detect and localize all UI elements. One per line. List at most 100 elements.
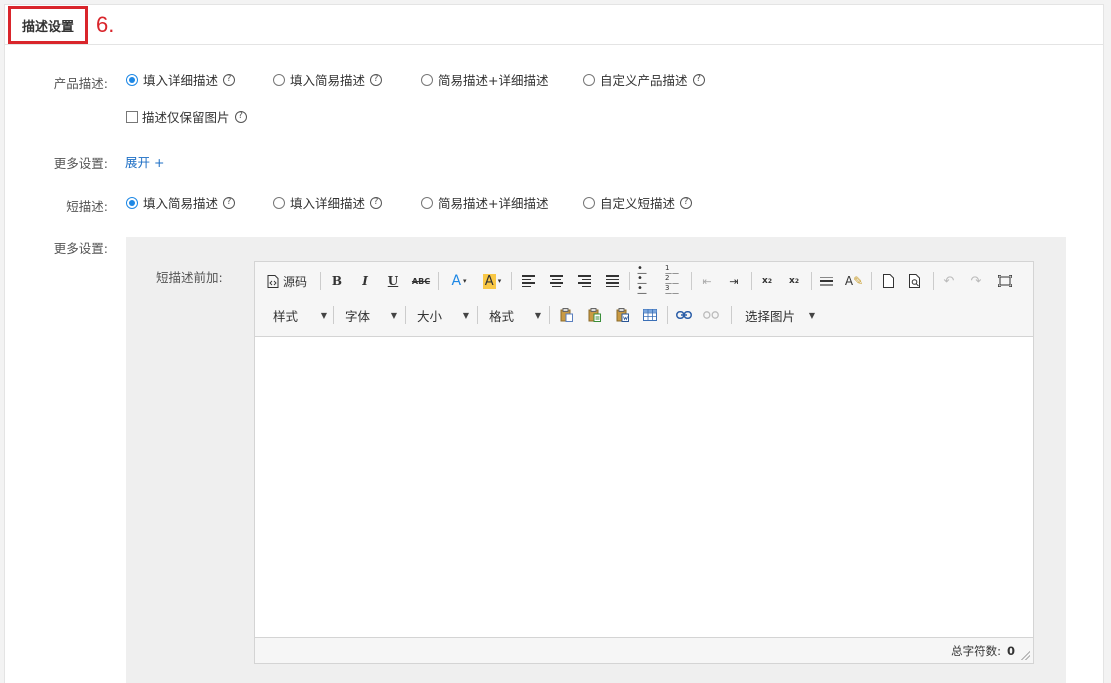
background-color-icon[interactable]: A ▾ [479, 271, 505, 291]
paste-word-icon[interactable] [613, 305, 631, 325]
toolbar-divider [511, 272, 512, 290]
editor-content-area[interactable] [255, 337, 1033, 637]
chevron-down-icon: ▼ [462, 310, 469, 320]
radio-button[interactable] [421, 196, 433, 209]
toolbar-divider [731, 306, 732, 324]
toolbar-divider [871, 272, 872, 290]
more-settings-label: 更多设置: [53, 156, 108, 171]
clear-format-icon[interactable]: A ✎ [845, 271, 863, 291]
more-settings-label-2: 更多设置: [53, 241, 108, 256]
style-dropdown[interactable]: 样式 ▼ [273, 305, 327, 325]
checkbox[interactable] [126, 110, 138, 123]
paste-icon[interactable] [557, 305, 575, 325]
font-dropdown[interactable]: 字体 ▼ [345, 305, 397, 325]
short-desc-option-simple[interactable]: 填入简易描述 ? [126, 193, 236, 212]
align-right-icon[interactable] [575, 271, 593, 291]
redo-icon[interactable]: ↷ [967, 271, 985, 291]
indent-icon[interactable]: ⇥ [725, 271, 743, 291]
size-dropdown[interactable]: 大小 ▼ [417, 305, 469, 325]
toolbar-divider [751, 272, 752, 290]
italic-icon[interactable]: I [355, 271, 375, 291]
rich-text-editor: 源码 B I U ABC A ▾ A ▾ • — • — • — 1 —— 2 —— 3 —… [254, 261, 1034, 664]
align-justify-icon[interactable] [603, 271, 621, 291]
help-icon[interactable]: ? [370, 196, 383, 209]
font-color-icon[interactable]: A ▾ [447, 271, 471, 291]
product-desc-label: 产品描述: [53, 76, 108, 91]
font-dropdown-label: 字体 [345, 308, 371, 324]
subscript-icon[interactable]: x2 [758, 271, 776, 291]
underline-icon[interactable]: U [383, 271, 403, 291]
more-settings-area: 短描述前加: 源码 B I U ABC A ▾ A ▾ • — • — • — … [126, 237, 1066, 683]
radio-button[interactable] [583, 196, 595, 209]
checkbox-label: 描述仅保留图片 [142, 110, 230, 125]
char-count-value: 0 [1006, 643, 1015, 658]
chevron-down-icon: ▼ [534, 310, 541, 320]
align-left-icon[interactable] [519, 271, 537, 291]
radio-button[interactable] [273, 196, 285, 209]
product-desc-option-detailed[interactable]: 填入详细描述 ? [126, 70, 236, 89]
unlink-icon[interactable] [701, 305, 721, 325]
option-label: 填入详细描述 [290, 196, 366, 211]
table-icon[interactable] [641, 305, 659, 325]
toolbar-divider [629, 272, 630, 290]
option-label: 简易描述+详细描述 [438, 73, 549, 88]
preview-icon[interactable] [906, 271, 924, 291]
product-desc-option-custom[interactable]: 自定义产品描述 ? [583, 70, 705, 89]
step-marker: 6. [96, 12, 115, 37]
option-label: 填入详细描述 [143, 73, 219, 88]
option-label: 填入简易描述 [143, 196, 219, 211]
new-document-icon[interactable] [879, 271, 897, 291]
short-desc-option-detailed[interactable]: 填入详细描述 ? [273, 193, 383, 212]
source-button[interactable]: 源码 [267, 271, 313, 291]
toolbar-divider [333, 306, 334, 324]
keep-images-only-checkbox[interactable]: 描述仅保留图片 ? [126, 107, 247, 126]
select-image-dropdown[interactable]: 选择图片 ▼ [745, 305, 815, 325]
fullscreen-icon[interactable] [995, 271, 1015, 291]
chevron-down-icon: ▼ [320, 310, 327, 320]
align-center-icon[interactable] [547, 271, 565, 291]
size-dropdown-label: 大小 [417, 308, 443, 324]
help-icon[interactable]: ? [370, 73, 383, 86]
option-label: 简易描述+详细描述 [438, 196, 549, 211]
help-icon[interactable]: ? [692, 73, 705, 86]
help-icon[interactable]: ? [223, 196, 236, 209]
superscript-icon[interactable]: x2 [785, 271, 803, 291]
link-icon[interactable] [674, 305, 694, 325]
numbered-list-icon[interactable]: 1 —— 2 —— 3 —— [665, 265, 683, 297]
source-label: 源码 [283, 274, 308, 289]
toolbar-divider [405, 306, 406, 324]
toolbar-divider [320, 272, 321, 290]
format-dropdown-label: 格式 [489, 308, 515, 324]
char-count-label: 总字符数: [951, 643, 1001, 658]
radio-button[interactable] [421, 73, 433, 86]
option-label: 自定义短描述 [600, 196, 676, 211]
product-desc-option-combined[interactable]: 简易描述+详细描述 [421, 70, 548, 89]
radio-button[interactable] [583, 73, 595, 86]
resize-handle[interactable] [1020, 650, 1030, 660]
toolbar-divider [549, 306, 550, 324]
short-desc-option-custom[interactable]: 自定义短描述 ? [583, 193, 693, 212]
toolbar-divider [933, 272, 934, 290]
short-desc-option-combined[interactable]: 简易描述+详细描述 [421, 193, 548, 212]
expand-link[interactable]: 展开 + [125, 152, 164, 171]
strikethrough-icon[interactable]: ABC [410, 271, 432, 291]
paste-text-icon[interactable] [585, 305, 603, 325]
help-icon[interactable]: ? [234, 110, 247, 123]
horizontal-rule-icon[interactable] [817, 271, 835, 291]
format-dropdown[interactable]: 格式 ▼ [489, 305, 541, 325]
radio-button[interactable] [126, 196, 138, 209]
option-label: 填入简易描述 [290, 73, 366, 88]
radio-button[interactable] [273, 73, 285, 86]
help-icon[interactable]: ? [223, 73, 236, 86]
select-image-label: 选择图片 [745, 308, 796, 324]
bulleted-list-icon[interactable]: • — • — • — [637, 264, 655, 299]
outdent-icon[interactable]: ⇤ [698, 271, 716, 291]
product-desc-option-simple[interactable]: 填入简易描述 ? [273, 70, 383, 89]
help-icon[interactable]: ? [680, 196, 693, 209]
radio-button[interactable] [126, 73, 138, 86]
bold-icon[interactable]: B [327, 271, 347, 291]
chevron-down-icon: ▼ [390, 310, 397, 320]
undo-icon[interactable]: ↶ [940, 271, 958, 291]
source-icon [267, 274, 279, 288]
toolbar-divider [477, 306, 478, 324]
